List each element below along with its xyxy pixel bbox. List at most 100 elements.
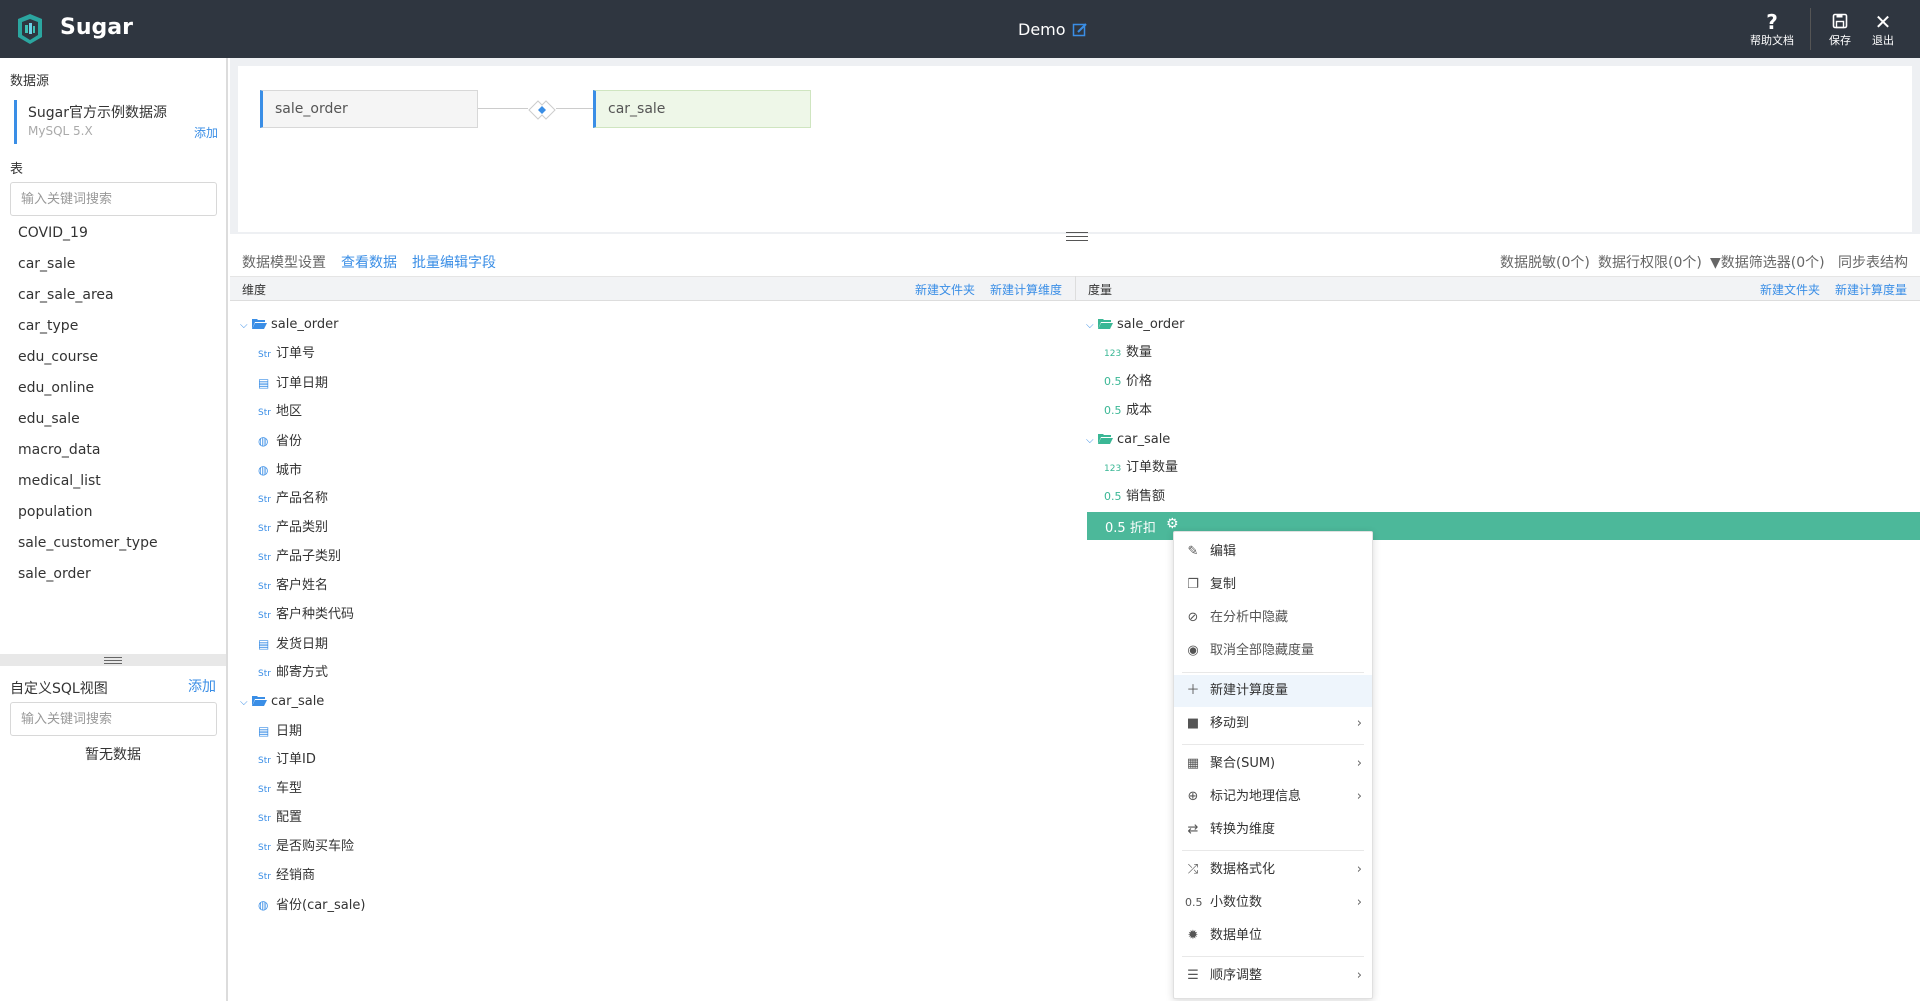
dimension-field[interactable]: Str 是否购买车险	[258, 835, 354, 859]
table-item[interactable]: edu_course	[0, 342, 226, 373]
dimension-field[interactable]: Str 经销商	[258, 864, 315, 888]
table-item[interactable]: COVID_19	[0, 218, 226, 249]
table-node-right[interactable]: car_sale	[593, 90, 811, 128]
integer-type-icon: 123	[1104, 464, 1122, 474]
menu-item-edit[interactable]: ✎ 编辑	[1174, 536, 1372, 568]
menu-item-unhide-all[interactable]: ◉ 取消全部隐藏度量	[1174, 635, 1372, 667]
measure-new-calc-link[interactable]: 新建计算度量	[1835, 281, 1907, 298]
sql-view-add-link[interactable]: 添加	[188, 676, 216, 696]
dimension-folder[interactable]: ⌵ car_sale	[240, 690, 324, 714]
table-item[interactable]: sale_order	[0, 559, 226, 590]
dimension-new-calc-link[interactable]: 新建计算维度	[990, 281, 1062, 298]
dimension-field[interactable]: Str 邮寄方式	[258, 661, 328, 685]
chevron-down-icon[interactable]: ⌵	[240, 314, 252, 338]
measure-folder-sale-order[interactable]: ⌵ sale_order	[1086, 313, 1185, 337]
data-masking-link[interactable]: 数据脱敏(0个)	[1500, 252, 1590, 272]
tables-section-title: 表	[10, 162, 24, 177]
menu-item-aggregate[interactable]: ▦ 聚合(SUM) ›	[1174, 748, 1372, 780]
save-icon	[1832, 13, 1848, 29]
menu-item-decimals[interactable]: 0.5 小数位数 ›	[1174, 887, 1372, 919]
dimension-field[interactable]: ▤ 订单日期	[258, 371, 328, 395]
chevron-down-icon[interactable]: ⌵	[240, 691, 252, 715]
dimension-field[interactable]: ◍ 省份	[258, 429, 302, 453]
table-item[interactable]: edu_sale	[0, 404, 226, 435]
measure-field[interactable]: 0.5 成本	[1104, 399, 1152, 423]
table-item[interactable]: car_sale	[0, 249, 226, 280]
globe-icon: ◍	[258, 898, 269, 912]
dimension-field[interactable]: Str 产品子类别	[258, 545, 341, 569]
dimension-folder[interactable]: ⌵ sale_order	[240, 313, 339, 337]
menu-item-hide[interactable]: ⊘ 在分析中隐藏	[1174, 602, 1372, 634]
model-settings-tab[interactable]: 数据模型设置	[242, 252, 326, 272]
measure-field[interactable]: 0.5 价格	[1104, 370, 1152, 394]
dimension-field[interactable]: ▤ 日期	[258, 719, 302, 743]
table-item[interactable]: population	[0, 497, 226, 528]
left-panel-splitter[interactable]	[0, 654, 226, 666]
table-item[interactable]: sale_customer_type	[0, 528, 226, 559]
datasource-type: MySQL 5.X	[28, 124, 93, 138]
dimension-field[interactable]: ◍ 省份(car_sale)	[258, 893, 365, 917]
table-item[interactable]: medical_list	[0, 466, 226, 497]
copy-icon: ❐	[1187, 577, 1199, 592]
save-button[interactable]: 保存	[1829, 12, 1851, 48]
measure-field[interactable]: 123 数量	[1104, 341, 1152, 365]
menu-label: 小数位数	[1210, 895, 1263, 910]
dimension-field[interactable]: Str 产品名称	[258, 487, 328, 511]
dimension-field[interactable]: Str 订单ID	[258, 748, 316, 772]
dimension-field[interactable]: Str 订单号	[258, 342, 315, 366]
dimension-field[interactable]: Str 地区	[258, 400, 302, 424]
table-node-left[interactable]: sale_order	[260, 90, 478, 128]
dimension-title: 维度	[242, 283, 267, 297]
row-permission-link[interactable]: 数据行权限(0个)	[1598, 252, 1702, 272]
table-item[interactable]: car_type	[0, 311, 226, 342]
gear-icon[interactable]: ⚙	[1166, 516, 1179, 532]
sql-view-search-input[interactable]	[10, 702, 217, 736]
chevron-down-icon[interactable]: ⌵	[1086, 429, 1098, 453]
dimension-field[interactable]: Str 客户姓名	[258, 574, 328, 598]
table-item[interactable]: car_sale_area	[0, 280, 226, 311]
data-filter-link[interactable]: ▼数据筛选器(0个)	[1710, 252, 1825, 272]
help-docs-button[interactable]: ? 帮助文档	[1750, 12, 1794, 48]
dashboard-title[interactable]: Demo	[1018, 20, 1088, 39]
dimension-field[interactable]: ◍ 城市	[258, 458, 302, 482]
measure-new-folder-link[interactable]: 新建文件夹	[1760, 281, 1820, 298]
measure-folder-car-sale[interactable]: ⌵ car_sale	[1086, 428, 1170, 452]
measure-field[interactable]: 0.5 销售额	[1104, 485, 1165, 509]
measure-field[interactable]: 123 订单数量	[1104, 456, 1178, 480]
globe-icon: ◍	[258, 463, 269, 477]
table-item[interactable]: edu_online	[0, 373, 226, 404]
menu-item-copy[interactable]: ❐ 复制	[1174, 569, 1372, 601]
menu-item-order[interactable]: ☰ 顺序调整 ›	[1174, 960, 1372, 992]
menu-item-move-to[interactable]: ■ 移动到 ›	[1174, 708, 1372, 740]
dimension-field[interactable]: Str 客户种类代码	[258, 603, 354, 627]
datasource-add-link[interactable]: 添加	[194, 124, 218, 141]
plus-icon: ＋	[1186, 683, 1200, 698]
dimension-field[interactable]: Str 产品类别	[258, 516, 328, 540]
datasource-card[interactable]: Sugar官方示例数据源 MySQL 5.X 添加	[14, 100, 218, 144]
dimension-field[interactable]: Str 配置	[258, 806, 302, 830]
batch-edit-link[interactable]: 批量编辑字段	[412, 252, 496, 272]
dimension-field[interactable]: ▤ 发货日期	[258, 632, 328, 656]
table-search-input[interactable]	[10, 182, 217, 216]
view-data-link[interactable]: 查看数据	[341, 252, 397, 272]
dimension-new-folder-link[interactable]: 新建文件夹	[915, 281, 975, 298]
exit-button[interactable]: ✕ 退出	[1872, 12, 1894, 48]
join-icon[interactable]	[528, 96, 556, 124]
chevron-right-icon: ›	[1356, 716, 1362, 731]
menu-item-format[interactable]: ⤮ 数据格式化 ›	[1174, 854, 1372, 886]
menu-item-mark-geo[interactable]: ⊕ 标记为地理信息 ›	[1174, 781, 1372, 813]
decimal-type-icon: 0.5	[1104, 375, 1122, 388]
string-type-icon: Str	[258, 408, 271, 418]
dimension-field[interactable]: Str 车型	[258, 777, 302, 801]
edit-icon[interactable]	[1072, 22, 1088, 38]
sql-view-empty-text: 暂无数据	[85, 747, 141, 763]
filter-icon: ▼	[1710, 255, 1721, 271]
canvas-resize-handle[interactable]	[1066, 232, 1088, 241]
sync-structure-link[interactable]: 同步表结构	[1838, 252, 1908, 272]
menu-item-new-calc-measure[interactable]: ＋ 新建计算度量	[1174, 675, 1372, 707]
chevron-down-icon[interactable]: ⌵	[1086, 314, 1098, 338]
field-label: 产品类别	[276, 520, 329, 535]
menu-item-to-dimension[interactable]: ⇄ 转换为维度	[1174, 814, 1372, 846]
table-item[interactable]: macro_data	[0, 435, 226, 466]
menu-item-unit[interactable]: ✹ 数据单位	[1174, 920, 1372, 952]
